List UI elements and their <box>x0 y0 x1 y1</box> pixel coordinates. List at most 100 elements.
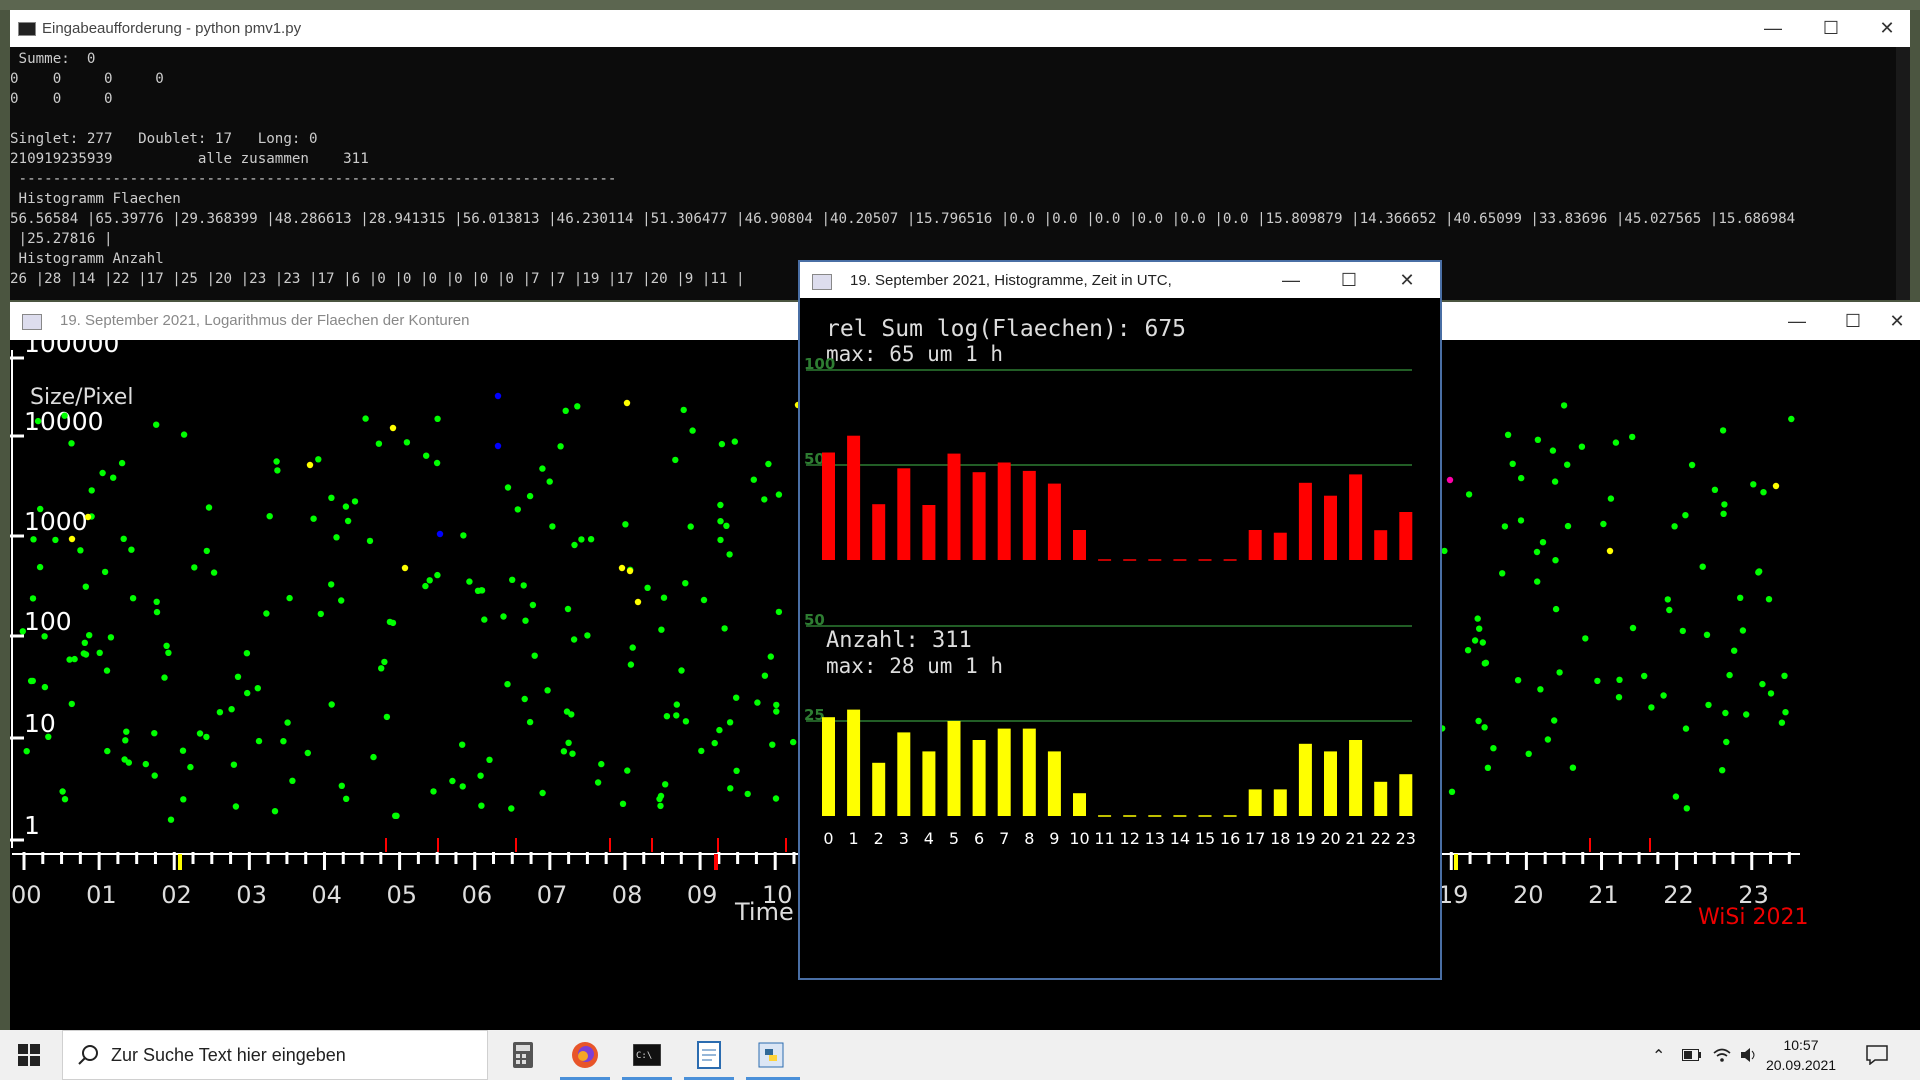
maximize-button[interactable]: ☐ <box>1326 262 1372 298</box>
data-point <box>682 718 690 725</box>
firefox-icon[interactable] <box>568 1038 602 1072</box>
data-point <box>526 492 534 500</box>
close-button[interactable]: ✕ <box>1384 262 1430 298</box>
data-point <box>622 521 629 528</box>
data-point <box>726 719 734 726</box>
data-point <box>1564 461 1571 468</box>
data-point <box>564 605 572 613</box>
data-point <box>477 772 484 779</box>
close-button[interactable]: ✕ <box>1864 10 1910 47</box>
data-point <box>544 687 551 694</box>
histogram-chart: 1005050250 1 2 3 4 5 6 7 8 9 10 11 12 13 14 15 16 17 18 19 2… <box>804 355 1416 848</box>
bar <box>1349 474 1363 560</box>
data-point <box>1471 637 1479 644</box>
x-tick-label: 18 <box>1270 829 1290 848</box>
chevron-up-icon[interactable]: ⌃ <box>1652 1030 1665 1080</box>
bar <box>922 505 936 560</box>
x-tick-label: 07 <box>537 881 568 909</box>
data-point <box>775 608 783 616</box>
command-prompt-icon[interactable]: C:\ <box>630 1038 664 1072</box>
data-point <box>59 788 66 795</box>
data-point <box>344 517 352 525</box>
blue-point <box>494 442 502 450</box>
data-point <box>717 518 724 525</box>
console-line: 0 0 0 <box>10 91 113 107</box>
data-point <box>280 738 287 745</box>
close-button[interactable]: ✕ <box>1874 302 1920 340</box>
data-point <box>1616 676 1623 683</box>
maximize-button[interactable]: ☐ <box>1808 10 1854 47</box>
python-icon[interactable] <box>754 1038 788 1072</box>
data-point <box>1671 523 1678 530</box>
taskbar: Zur Suche Text hier eingeben C:\ ⌃ 10:57… <box>0 1030 1920 1080</box>
x-tick-label: 05 <box>387 881 418 909</box>
data-point <box>750 476 757 483</box>
data-point <box>96 649 103 656</box>
y-tick-label: 1 <box>24 811 40 840</box>
bar <box>1324 751 1337 816</box>
data-point <box>767 653 774 660</box>
bar <box>922 751 936 816</box>
highlight-point <box>84 513 92 521</box>
maximize-button[interactable]: ☐ <box>1830 302 1876 340</box>
minimize-button[interactable]: — <box>1268 262 1314 298</box>
taskbar-clock[interactable]: 10:57 20.09.2021 <box>1760 1035 1842 1075</box>
taskbar-search-box[interactable]: Zur Suche Text hier eingeben <box>62 1030 488 1080</box>
data-point <box>644 584 651 591</box>
console-window[interactable]: Eingabeaufforderung - python pmv1.py — ☐… <box>10 10 1910 300</box>
data-point <box>165 649 172 656</box>
data-point <box>1551 717 1558 724</box>
data-point <box>271 808 279 815</box>
data-point <box>187 763 194 771</box>
x-tick-label: 19 <box>1438 881 1469 909</box>
x-tick-label: 06 <box>462 881 493 909</box>
data-point <box>351 498 359 505</box>
minimize-button[interactable]: — <box>1774 302 1820 340</box>
notepad-icon[interactable] <box>692 1038 726 1072</box>
x-tick-label: 02 <box>161 881 192 909</box>
data-point <box>1720 510 1727 517</box>
data-point <box>45 733 52 740</box>
data-point <box>624 767 631 774</box>
data-point <box>672 456 679 464</box>
histogram-window[interactable]: 19. September 2021, Histogramme, Zeit in… <box>798 260 1442 980</box>
data-point <box>381 658 388 666</box>
minimize-button[interactable]: — <box>1750 10 1796 47</box>
data-point <box>232 803 240 810</box>
data-point <box>1726 671 1733 679</box>
data-point <box>34 417 42 425</box>
console-scrollbar[interactable] <box>1896 47 1910 300</box>
data-point <box>41 633 48 640</box>
data-point <box>30 536 37 543</box>
data-point <box>210 569 218 576</box>
data-point <box>689 427 696 434</box>
calculator-icon[interactable] <box>506 1038 540 1072</box>
bar <box>872 504 886 560</box>
data-point <box>1517 517 1525 524</box>
speaker-icon[interactable] <box>1740 1030 1758 1080</box>
data-point <box>1556 669 1563 676</box>
y-tick-label: 100 <box>24 607 72 636</box>
data-point <box>1533 548 1541 556</box>
bar <box>1073 530 1086 560</box>
data-point <box>568 711 575 718</box>
data-point <box>1641 672 1648 680</box>
x-tick-label: 09 <box>687 881 718 909</box>
data-point <box>1594 677 1601 685</box>
data-point <box>1499 570 1506 577</box>
notification-icon[interactable] <box>1866 1030 1888 1080</box>
data-point <box>205 504 213 511</box>
console-titlebar[interactable]: Eingabeaufforderung - python pmv1.py — ☐… <box>10 10 1910 47</box>
windows-start-icon[interactable] <box>12 1038 46 1072</box>
data-point <box>81 639 89 646</box>
hist-window-titlebar[interactable]: 19. September 2021, Histogramme, Zeit in… <box>800 262 1440 298</box>
wifi-icon[interactable] <box>1712 1030 1732 1080</box>
battery-icon[interactable] <box>1682 1030 1702 1080</box>
bar <box>1273 532 1287 560</box>
console-output[interactable]: Summe: 0 0 0 0 0 0 0 0 Singlet: 277 Double… <box>10 47 1795 289</box>
data-point <box>569 750 576 757</box>
bar <box>1248 530 1262 560</box>
x-tick-label: 03 <box>236 881 267 909</box>
console-line: 210919235939 alle zusammen 311 <box>10 151 369 167</box>
